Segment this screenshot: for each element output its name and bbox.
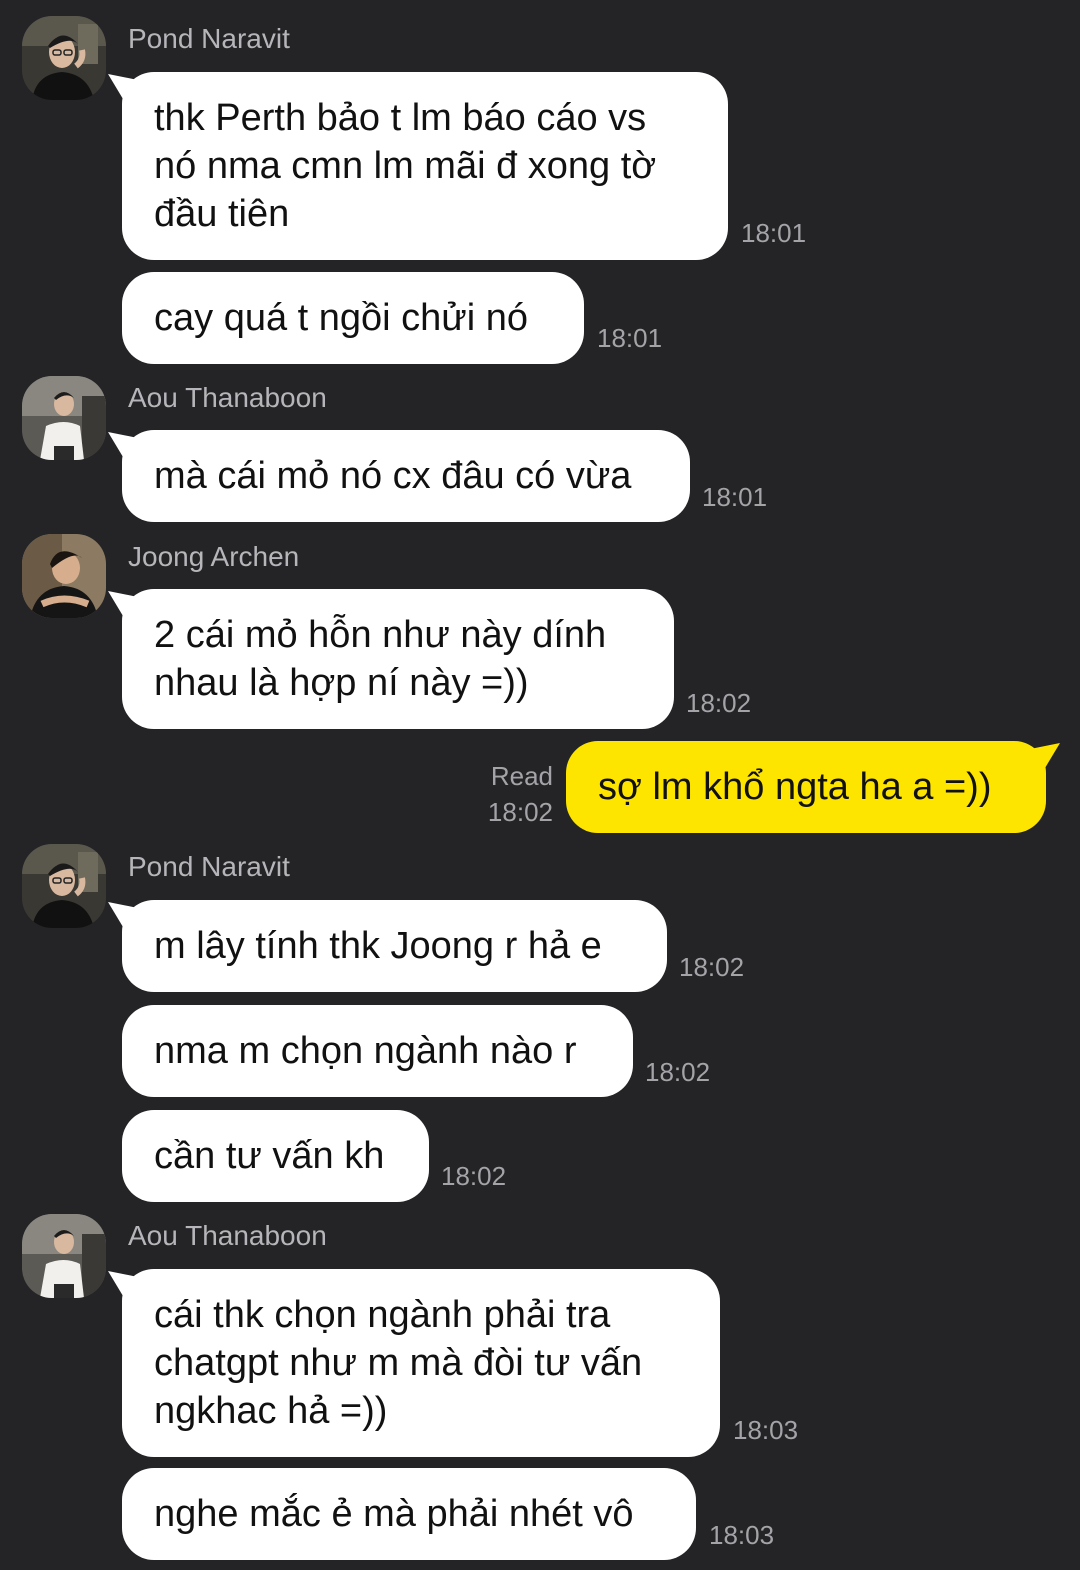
message-timestamp: 18:01 <box>741 218 807 248</box>
sender-name: Aou Thanaboon <box>128 382 327 413</box>
message-bubble[interactable]: cái thk chọn ngành phải tra chatgpt như … <box>122 1269 720 1457</box>
message-timestamp: 18:03 <box>733 1415 799 1445</box>
avatar-joong-archen[interactable] <box>22 534 106 618</box>
message-bubble[interactable]: nghe mắc ẻ mà phải nhét vô <box>122 1468 696 1560</box>
message-timestamp: 18:02 <box>679 952 745 982</box>
sender-name: Pond Naravit <box>128 23 290 54</box>
message-bubble[interactable]: cần tư vấn kh <box>122 1110 429 1202</box>
avatar-pond-naravit[interactable] <box>22 16 106 100</box>
message-timestamp: 18:02 <box>487 797 553 827</box>
message-timestamp: 18:01 <box>597 323 663 353</box>
message-bubble[interactable]: m lây tính thk Joong r hả e <box>122 900 667 992</box>
my-message-bubble[interactable]: sợ lm khổ ngta ha a =)) <box>566 741 1046 833</box>
sender-name: Aou Thanaboon <box>128 1220 327 1251</box>
message-timestamp: 18:02 <box>686 688 752 718</box>
sender-name: Joong Archen <box>128 541 300 572</box>
avatar-aou-thanaboon[interactable] <box>22 1214 106 1298</box>
message-bubble[interactable]: cay quá t ngồi chửi nó <box>122 272 584 364</box>
message-timestamp: 18:01 <box>702 482 768 512</box>
read-status: Read <box>490 761 553 791</box>
message-bubble[interactable]: mà cái mỏ nó cx đâu có vừa <box>122 430 690 522</box>
avatar-pond-naravit[interactable] <box>22 844 106 928</box>
message-bubble[interactable]: 2 cái mỏ hỗn như này dính nhau là hợp ní… <box>122 589 674 729</box>
avatar-aou-thanaboon[interactable] <box>22 376 106 460</box>
message-bubble[interactable]: thk Perth bảo t lm báo cáo vs nó nma cmn… <box>122 72 728 260</box>
message-timestamp: 18:02 <box>645 1057 711 1087</box>
message-bubble[interactable]: nma m chọn ngành nào r <box>122 1005 633 1097</box>
message-timestamp: 18:02 <box>441 1161 507 1191</box>
read-receipt: Read 18:02 <box>488 758 553 830</box>
message-timestamp: 18:03 <box>709 1520 775 1550</box>
sender-name: Pond Naravit <box>128 851 290 882</box>
